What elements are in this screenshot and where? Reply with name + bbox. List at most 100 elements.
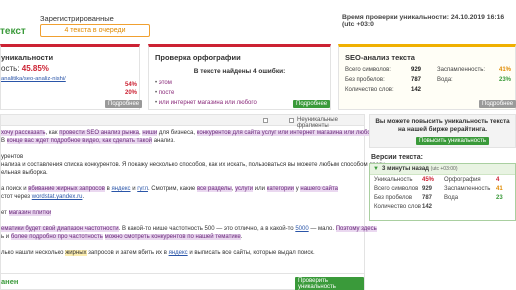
text-editor[interactable]: Неуникальные фрагменты хочу рассказать, … xyxy=(0,114,386,290)
highlighted-fragment: ниши xyxy=(142,130,158,136)
promo-text: Вы можете повысить уникальность текста н… xyxy=(375,118,510,133)
editor-text-run: анализ. xyxy=(152,138,175,144)
uniqueness-row-value: 20% xyxy=(125,90,138,96)
highlighted-fragment: конце вас ждет подробное видео, как сдел… xyxy=(6,138,153,144)
editor-text-run: запросов и затем вбить их в xyxy=(86,250,169,256)
seo-panel-title: SEO-анализ текста xyxy=(345,53,415,62)
highlighted-fragment: хочу рассказать xyxy=(1,130,46,136)
editor-line: а поиск и вбивание жирных запросов в янд… xyxy=(1,185,338,193)
version-entry-header[interactable]: ▼ 3 минуты назад (utc +03:00) xyxy=(370,164,515,175)
seo-row-label: Всего символов: xyxy=(345,67,391,73)
editor-line: ематики будет свой диапазон частотности.… xyxy=(1,225,377,233)
check-uniqueness-button[interactable]: Проверить уникальность xyxy=(295,277,364,290)
seo-row-words: Количество слов: 142 xyxy=(345,87,421,93)
versions-label: Версии текста: xyxy=(371,154,423,161)
editor-link[interactable]: яндекс xyxy=(169,250,188,256)
spelling-panel-title: Проверка орфографии xyxy=(155,53,241,62)
version-row: Вода 23 xyxy=(444,195,503,201)
seo-row-value: 787 xyxy=(411,77,422,83)
editor-text-run: . xyxy=(82,194,85,200)
editor-link[interactable]: яндекс xyxy=(111,186,130,192)
editor-toolbar: Неуникальные фрагменты xyxy=(1,115,364,129)
editor-text-run: нализа и составления списка конкурентов.… xyxy=(1,162,386,168)
highlighted-fragment: Поэтому здесь xyxy=(335,226,377,232)
highlighted-fragment: все разделы xyxy=(196,186,232,192)
editor-link[interactable]: 5000 xyxy=(295,226,308,232)
editor-link[interactable]: wordstat.yandex.ru xyxy=(32,194,83,200)
highlighted-fragment: можно смотреть конкурентов по нашей тема… xyxy=(104,234,241,240)
seo-row-label: Количество слов: xyxy=(345,87,394,93)
seo-details-button[interactable]: Подробнее xyxy=(479,100,516,108)
seo-row-no-spaces: Без пробелов: 787 xyxy=(345,77,421,83)
editor-text-run: лько нашли несколько xyxy=(1,250,66,256)
version-row: Орфография 4 xyxy=(444,177,500,183)
editor-text-run: ь и xyxy=(1,234,11,240)
expand-arrow-icon[interactable]: ▼ xyxy=(373,166,379,172)
highlighted-fragment: ематики будет свой диапазон частотности xyxy=(1,226,119,232)
editor-text-run: — мало. xyxy=(308,226,336,232)
editor-text-run: В xyxy=(1,138,7,144)
seo-row-value: 23% xyxy=(499,77,512,83)
editor-text-run: ет xyxy=(1,210,9,216)
seo-row-label: Без пробелов: xyxy=(345,77,385,83)
uniqueness-source-link[interactable]: analitika/seo-analiz-nishi/ xyxy=(1,76,66,82)
spelling-details-button[interactable]: Подробнее xyxy=(293,100,331,108)
seo-row-spam: Заспамленность: 41% xyxy=(437,67,511,73)
editor-text-run: стот через xyxy=(1,194,32,200)
registered-label: Зарегистрированные xyxy=(40,14,114,23)
editor-line: ь и более подробно про частотность можно… xyxy=(1,233,242,241)
highlighted-fragment: вбивание жирных запросов xyxy=(28,186,105,192)
editor-text-run: . В какой-то нише частотность 500 — это … xyxy=(118,226,296,232)
queue-status-box[interactable]: 4 текста в очереди xyxy=(40,24,150,37)
seo-row-label: Заспамленность: xyxy=(437,67,486,73)
highlighted-fragment: жирных xyxy=(65,250,87,256)
spelling-error-item[interactable]: этом xyxy=(155,78,257,88)
uniqueness-panel: уникальности ость: 45.85% analitika/seo-… xyxy=(0,44,143,110)
seo-row-label: Вода: xyxy=(437,77,453,83)
increase-uniqueness-button[interactable]: Повысить уникальность xyxy=(416,137,489,145)
highlighted-fragment: магазин плитки xyxy=(8,210,52,216)
spelling-error-item[interactable]: или интернет магазина или любого xyxy=(155,98,257,108)
check-time: Время проверки уникальности: 24.10.2019 … xyxy=(342,14,505,28)
uniqueness-details-button[interactable]: Подробнее xyxy=(105,100,143,108)
page-title-fragment: текст xyxy=(0,26,26,37)
editor-text-run: для бизнеса, xyxy=(157,130,197,136)
editor-footer-title: анен xyxy=(1,277,19,286)
editor-line: В конце вас ждет подробное видео, как сд… xyxy=(1,137,175,145)
editor-line: ельная выборка. xyxy=(1,169,48,177)
promo-box: Вы можете повысить уникальность текста н… xyxy=(369,114,516,148)
editor-line: стот через wordstat.yandex.ru. xyxy=(1,193,84,201)
uniqueness-panel-title: уникальности xyxy=(1,53,54,62)
spelling-error-item[interactable]: посте xyxy=(155,88,257,98)
spelling-found-count: В тексте найдены 4 ошибки: xyxy=(193,68,286,75)
editor-text-run: и выписать все сайты, которые выдал поис… xyxy=(187,250,315,256)
version-entry[interactable]: ▼ 3 минуты назад (utc +03:00) Уникальнос… xyxy=(369,163,516,221)
highlighted-fragment: услуги xyxy=(235,186,254,192)
highlighted-fragment: провести SEO анализ рынка xyxy=(59,130,140,136)
highlighted-fragment: более подробно про частотность xyxy=(10,234,103,240)
highlight-checkbox[interactable] xyxy=(263,118,268,123)
highlighted-fragment: конкурентов для сайта услуг или интернет… xyxy=(196,130,377,136)
editor-text-run: . xyxy=(240,234,243,240)
editor-text-run: а поиск и xyxy=(1,186,29,192)
nonunique-fragments-checkbox[interactable] xyxy=(289,118,294,123)
seo-panel: SEO-анализ текста Всего символов: 929 Бе… xyxy=(338,44,516,110)
uniqueness-value-line: ость: 45.85% xyxy=(1,64,49,73)
editor-text-run: урентов xyxy=(1,154,24,160)
editor-line: лько нашли несколько жирных запросов и з… xyxy=(1,249,315,257)
seo-row-water: Вода: 23% xyxy=(437,77,511,83)
spelling-panel: Проверка орфографии В тексте найдены 4 о… xyxy=(148,44,331,110)
version-row: Уникальность 45% xyxy=(374,177,435,183)
version-row: Всего символов 929 xyxy=(374,186,433,192)
editor-line: нализа и составления списка конкурентов.… xyxy=(1,161,386,169)
editor-text-run: . Смотрим, какие xyxy=(147,186,197,192)
nonunique-fragments-label: Неуникальные фрагменты xyxy=(297,117,338,129)
uniqueness-row-value: 54% xyxy=(125,82,138,88)
editor-text-run: ельная выборка. xyxy=(1,170,48,176)
seo-row-value: 142 xyxy=(411,87,422,93)
uniqueness-value: 45.85% xyxy=(21,64,49,73)
editor-line: урентов xyxy=(1,153,23,161)
editor-link[interactable]: гугл xyxy=(137,186,148,192)
editor-line: ет магазин плитки xyxy=(1,209,52,217)
highlighted-fragment: категории xyxy=(266,186,295,192)
